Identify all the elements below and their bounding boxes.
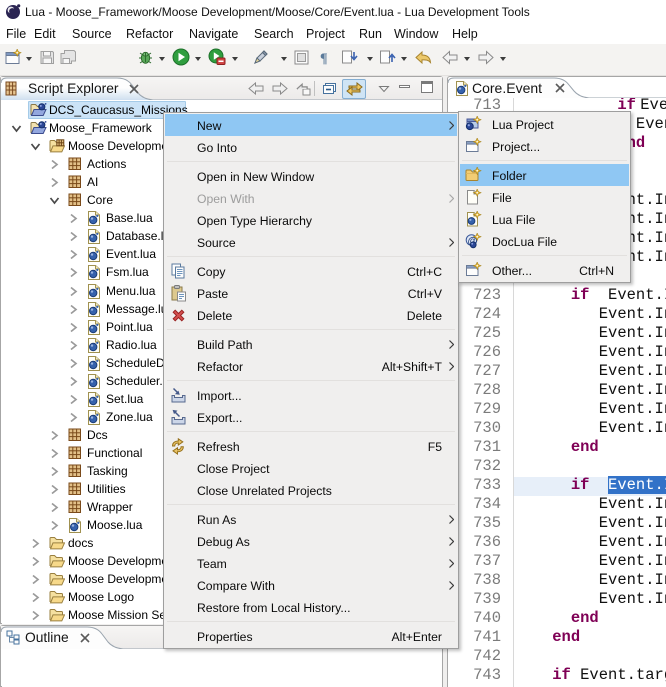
- svg-text:¶: ¶: [320, 52, 328, 67]
